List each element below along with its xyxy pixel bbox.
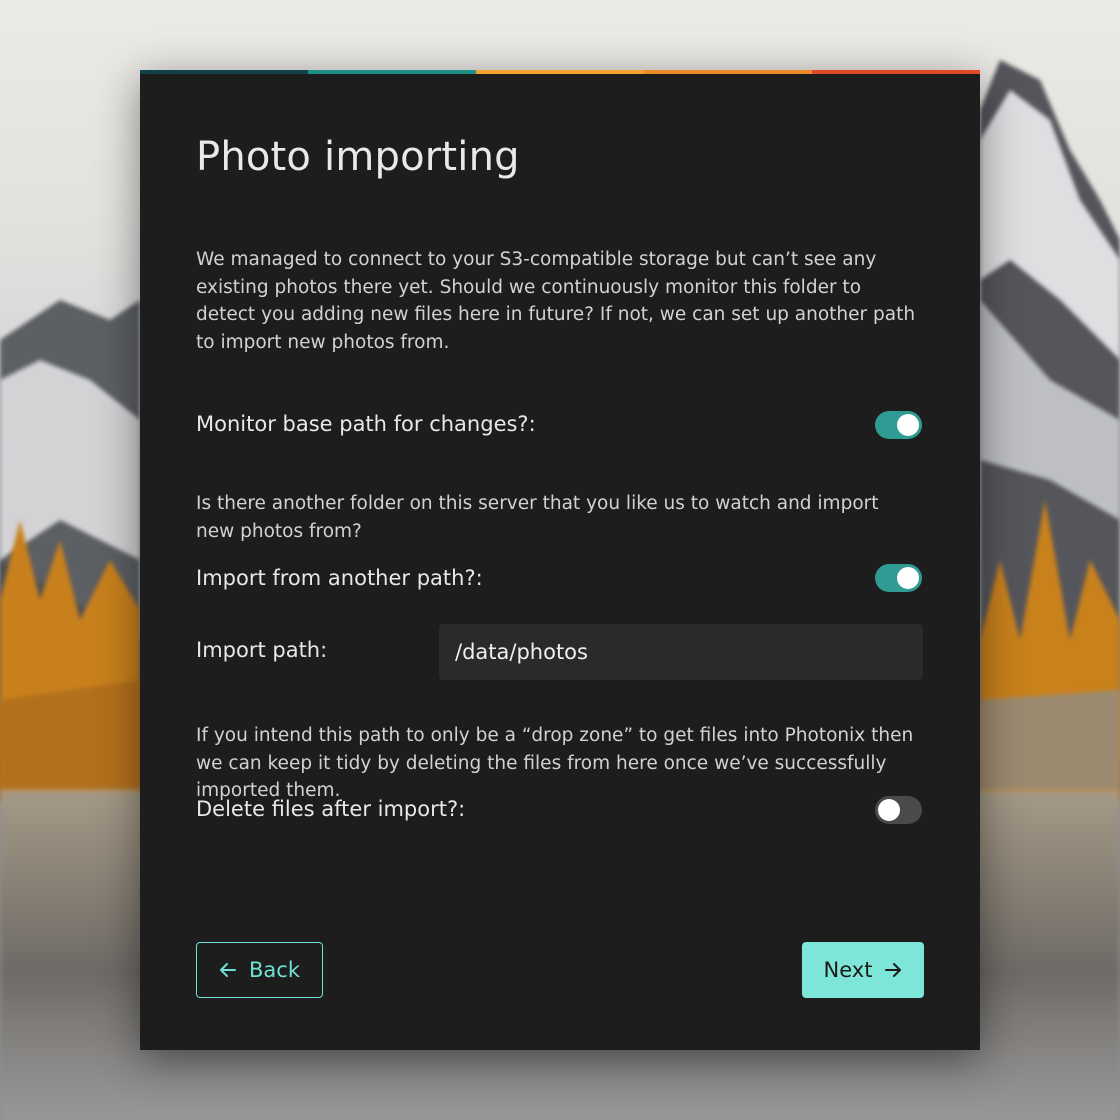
another-folder-text: Is there another folder on this server t… — [196, 493, 879, 542]
arrow-right-icon — [884, 961, 902, 979]
toggle-knob — [878, 799, 900, 821]
import-another-toggle[interactable] — [875, 564, 922, 592]
import-another-label: Import from another path?: — [196, 566, 483, 590]
page-title: Photo importing — [196, 134, 520, 180]
toggle-knob — [897, 414, 919, 436]
back-label: Back — [249, 958, 300, 982]
color-stripe — [140, 70, 980, 74]
monitor-toggle[interactable] — [875, 411, 922, 439]
stripe-segment — [308, 70, 476, 74]
toggle-knob — [897, 567, 919, 589]
delete-after-label: Delete files after import?: — [196, 797, 466, 821]
stripe-segment — [140, 70, 308, 74]
next-button[interactable]: Next — [802, 942, 924, 998]
delete-after-toggle[interactable] — [875, 796, 922, 824]
import-path-input[interactable] — [439, 624, 923, 680]
intro-text: We managed to connect to your S3-compati… — [196, 249, 916, 353]
stripe-segment — [812, 70, 980, 74]
stripe-segment — [644, 70, 812, 74]
monitor-label: Monitor base path for changes?: — [196, 412, 536, 436]
drop-zone-text: If you intend this path to only be a “dr… — [196, 725, 914, 801]
setup-dialog: Photo importing We managed to connect to… — [140, 70, 980, 1050]
arrow-left-icon — [219, 961, 237, 979]
import-path-label: Import path: — [196, 638, 328, 662]
next-label: Next — [823, 958, 873, 982]
stripe-segment — [476, 70, 644, 74]
back-button[interactable]: Back — [196, 942, 323, 998]
